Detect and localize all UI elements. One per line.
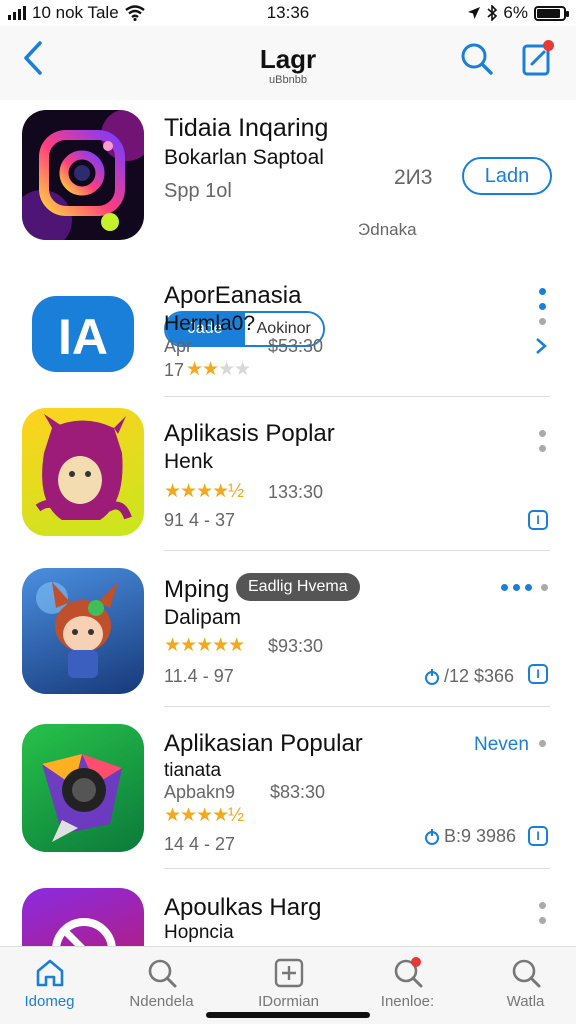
tab-search[interactable]: Ndendela	[104, 947, 219, 1024]
app-title: AporEanasia	[164, 282, 302, 309]
search-icon	[148, 959, 176, 988]
rating-count: 2И3	[394, 166, 433, 189]
action-link[interactable]: Neven	[474, 734, 529, 756]
tab-label: Ndendela	[129, 993, 194, 1010]
divider	[164, 396, 550, 397]
more-options-button[interactable]	[538, 288, 546, 325]
character-app-icon	[22, 568, 144, 694]
search-icon	[512, 959, 540, 988]
app-price: $83:30	[270, 782, 326, 802]
app-row[interactable]: Aplikasis Poplar Henk ★★★★½ 133:30 91 4 …	[0, 400, 576, 550]
more-options-button[interactable]	[539, 740, 546, 747]
app-meta: 11.4 - 97	[164, 666, 234, 686]
app-title: Tidaia Inqaring	[164, 114, 329, 142]
app-meta: 91 4 - 37	[164, 510, 236, 530]
divider	[164, 868, 550, 869]
app-row[interactable]: IA AporEanasia Hermla0? Apr $53:30 17 ★★…	[0, 270, 576, 396]
app-subtitle: Hopncia	[164, 922, 234, 943]
app-row[interactable]: Mping Eadlig Hvema Dalipam ★★★★★ $93:30 …	[0, 554, 576, 706]
star-rating: ★★★★	[186, 359, 251, 380]
app-meta: Apr	[164, 336, 193, 356]
app-meta: Spp 1ol	[164, 180, 232, 202]
home-indicator	[206, 1012, 370, 1018]
star-rating: ★★★★★	[164, 635, 245, 656]
more-options-button[interactable]	[501, 584, 548, 591]
battery-percent: 6%	[503, 3, 528, 22]
app-price: 133:30	[268, 482, 324, 502]
home-icon	[36, 959, 63, 987]
app-subtitle: Henk	[164, 450, 214, 473]
download-icon	[425, 829, 439, 845]
chevron-right-icon[interactable]	[534, 336, 548, 356]
tab-label: Watla	[506, 993, 545, 1010]
app-subtitle: Bokarlan Saptoal	[164, 146, 324, 169]
app-row[interactable]: Aplikasian Popular tianata Apbakn9 $83:3…	[0, 710, 576, 868]
category-tag: Eadlig Hvema	[236, 573, 360, 601]
app-title: Mping	[164, 576, 230, 603]
search-icon	[461, 43, 493, 75]
app-row[interactable]: Apoulkas Harg Hopncia	[0, 872, 576, 946]
info-button[interactable]: I	[528, 826, 548, 846]
notification-dot	[543, 40, 554, 51]
app-title: Aplikasian Popular	[164, 730, 363, 757]
star-rating: ★★★★½	[164, 805, 244, 826]
app-meta: Apbakn9	[164, 782, 236, 802]
camera-app-icon	[22, 110, 144, 240]
location-icon	[468, 7, 481, 19]
game-app-icon	[22, 408, 144, 536]
tab-home[interactable]: Idomeg	[0, 947, 107, 1024]
tab-label: IDormian	[258, 993, 319, 1010]
svg-text:IA: IA	[58, 309, 108, 365]
app-meta: 14 4 - 27	[164, 834, 236, 854]
bluetooth-icon	[487, 5, 498, 21]
download-icon	[425, 669, 439, 685]
navigation-bar: Lagr uBbnbb	[0, 26, 576, 100]
battery-icon	[534, 5, 569, 21]
divider	[164, 706, 550, 707]
add-icon	[274, 958, 303, 988]
app-size: B:9 3986	[444, 826, 517, 846]
app-price: $93:30	[268, 636, 324, 656]
app-size: /12 $366	[444, 666, 515, 686]
star-rating: ★★★★½	[164, 481, 244, 502]
tab-watch[interactable]: Watla	[468, 947, 576, 1024]
app-subtitle: tianata	[164, 760, 222, 781]
app-subtitle: Dalipam	[164, 606, 242, 629]
search-button[interactable]	[460, 42, 494, 76]
divider	[164, 550, 550, 551]
app-price: $53:30	[268, 336, 324, 356]
tab-label: Idomeg	[24, 993, 75, 1010]
app-subtitle: Hermla0?	[164, 312, 256, 335]
app-icon	[22, 888, 144, 946]
get-button[interactable]: Ladn	[462, 157, 552, 195]
more-options-button[interactable]	[538, 430, 546, 452]
search-notification-icon	[394, 957, 422, 988]
info-button[interactable]: I	[528, 664, 548, 684]
status-bar: 10 nok Tale 13:36 6%	[0, 0, 576, 26]
tab-label: Inenloe:	[380, 993, 435, 1010]
extra-label: Ͽdnaka	[358, 220, 417, 239]
info-button[interactable]: I	[528, 510, 548, 530]
app-rating-number: 17	[164, 360, 185, 380]
featured-app-row[interactable]: Tidaia Inqaring Bokarlan Saptoal Spp 1ol…	[0, 100, 576, 347]
more-options-button[interactable]	[538, 902, 546, 924]
app-title: Apoulkas Harg	[164, 894, 322, 921]
app-icon: IA	[22, 284, 144, 384]
app-title: Aplikasis Poplar	[164, 420, 335, 447]
share-button[interactable]	[520, 38, 554, 78]
camera-app-icon	[22, 724, 144, 852]
